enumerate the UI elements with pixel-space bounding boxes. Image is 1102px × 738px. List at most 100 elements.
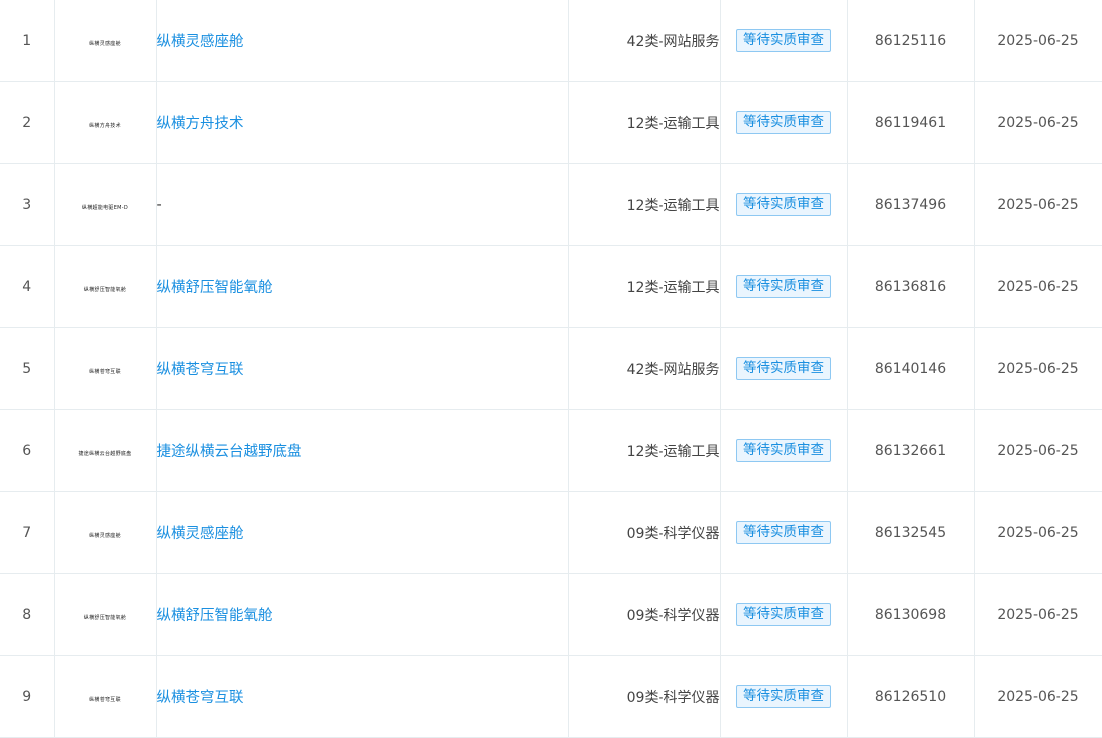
row-index: 1 [22, 32, 32, 49]
status-badge: 等待实质审查 [736, 521, 831, 544]
trademark-logo-cell[interactable]: 纵横方舟技术 [54, 81, 157, 164]
row-index: 7 [22, 524, 32, 541]
registration-number-cell: 86119461 [847, 81, 975, 164]
status-cell: 等待实质审查 [720, 81, 848, 164]
trademark-name-link[interactable]: 纵横苍穹互联 [157, 362, 244, 378]
trademark-logo-image[interactable]: 纵横舒压智能氧舱 [84, 287, 126, 293]
application-date: 2025-06-25 [997, 688, 1079, 705]
trademark-name-cell: - [156, 163, 569, 246]
trademark-name-link[interactable]: 纵横灵感座舱 [157, 526, 244, 542]
table-row: 2 纵横方舟技术 纵横方舟技术 12类-运输工具 等待实质审查 86119461… [0, 81, 1102, 164]
row-index-cell: 1 [0, 0, 55, 82]
trademark-class: 12类-运输工具 [626, 279, 720, 296]
trademark-logo-image[interactable]: 纵横灵感座舱 [89, 533, 121, 539]
trademark-logo-cell[interactable]: 捷途纵横云台越野底盘 [54, 409, 157, 492]
trademark-logo-cell[interactable]: 纵横舒压智能氧舱 [54, 573, 157, 656]
trademark-name-link[interactable]: 纵横苍穹互联 [157, 690, 244, 706]
application-date-cell: 2025-06-25 [974, 409, 1102, 492]
table-row: 3 纵横超能电驱EM-D - 12类-运输工具 等待实质审查 86137496 … [0, 163, 1102, 246]
registration-number: 86136816 [874, 278, 947, 295]
trademark-name-link[interactable]: 纵横灵感座舱 [157, 34, 244, 50]
row-index: 5 [22, 360, 32, 377]
trademark-name-link[interactable]: 纵横舒压智能氧舱 [157, 608, 273, 624]
status-badge: 等待实质审查 [736, 29, 831, 52]
status-cell: 等待实质审查 [720, 245, 848, 328]
application-date: 2025-06-25 [997, 524, 1079, 541]
status-badge: 等待实质审查 [736, 111, 831, 134]
application-date: 2025-06-25 [997, 32, 1079, 49]
trademark-class: 09类-科学仪器 [626, 689, 720, 706]
row-index: 8 [22, 606, 32, 623]
status-cell: 等待实质审查 [720, 163, 848, 246]
application-date-cell: 2025-06-25 [974, 655, 1102, 738]
row-index-cell: 2 [0, 81, 55, 164]
registration-number-cell: 86140146 [847, 327, 975, 410]
row-index: 6 [22, 442, 32, 459]
trademark-logo-cell[interactable]: 纵横灵感座舱 [54, 0, 157, 82]
table-row: 9 纵横苍穹互联 纵横苍穹互联 09类-科学仪器 等待实质审查 86126510… [0, 655, 1102, 738]
application-date: 2025-06-25 [997, 278, 1079, 295]
trademark-logo-cell[interactable]: 纵横灵感座舱 [54, 491, 157, 574]
trademark-class: 09类-科学仪器 [626, 525, 720, 542]
application-date: 2025-06-25 [997, 196, 1079, 213]
status-cell: 等待实质审查 [720, 327, 848, 410]
trademark-class-cell: 12类-运输工具 [568, 245, 721, 328]
registration-number: 86125116 [874, 32, 947, 49]
trademark-logo-image[interactable]: 捷途纵横云台越野底盘 [78, 451, 131, 457]
trademark-name-link[interactable]: 捷途纵横云台越野底盘 [157, 444, 302, 460]
trademark-class-cell: 12类-运输工具 [568, 81, 721, 164]
trademark-logo-image[interactable]: 纵横超能电驱EM-D [82, 205, 128, 211]
trademark-name-cell: 纵横灵感座舱 [156, 491, 569, 574]
trademark-logo-cell[interactable]: 纵横舒压智能氧舱 [54, 245, 157, 328]
registration-number-cell: 86137496 [847, 163, 975, 246]
trademark-logo-cell[interactable]: 纵横苍穹互联 [54, 327, 157, 410]
trademark-name-link[interactable]: 纵横方舟技术 [157, 116, 244, 132]
table-row: 5 纵横苍穹互联 纵横苍穹互联 42类-网站服务 等待实质审查 86140146… [0, 327, 1102, 410]
registration-number-cell: 86126510 [847, 655, 975, 738]
row-index-cell: 6 [0, 409, 55, 492]
trademark-logo-image[interactable]: 纵横舒压智能氧舱 [84, 615, 126, 621]
trademark-name-cell: 纵横舒压智能氧舱 [156, 245, 569, 328]
status-badge: 等待实质审查 [736, 685, 831, 708]
status-cell: 等待实质审查 [720, 409, 848, 492]
row-index-cell: 5 [0, 327, 55, 410]
status-badge: 等待实质审查 [736, 193, 831, 216]
trademark-class: 12类-运输工具 [626, 443, 720, 460]
application-date: 2025-06-25 [997, 606, 1079, 623]
trademark-logo-image[interactable]: 纵横灵感座舱 [89, 41, 121, 47]
trademark-class: 12类-运输工具 [626, 115, 720, 132]
application-date-cell: 2025-06-25 [974, 245, 1102, 328]
trademark-logo-cell[interactable]: 纵横苍穹互联 [54, 655, 157, 738]
status-badge: 等待实质审查 [736, 275, 831, 298]
table-row: 7 纵横灵感座舱 纵横灵感座舱 09类-科学仪器 等待实质审查 86132545… [0, 491, 1102, 574]
status-cell: 等待实质审查 [720, 655, 848, 738]
trademark-name-link[interactable]: 纵横舒压智能氧舱 [157, 280, 273, 296]
trademark-name-cell: 纵横方舟技术 [156, 81, 569, 164]
registration-number-cell: 86136816 [847, 245, 975, 328]
registration-number: 86119461 [874, 114, 947, 131]
application-date: 2025-06-25 [997, 114, 1079, 131]
trademark-name-link: - [156, 196, 162, 213]
table-row: 8 纵横舒压智能氧舱 纵横舒压智能氧舱 09类-科学仪器 等待实质审查 8613… [0, 573, 1102, 656]
row-index-cell: 3 [0, 163, 55, 246]
application-date-cell: 2025-06-25 [974, 327, 1102, 410]
status-cell: 等待实质审查 [720, 573, 848, 656]
application-date-cell: 2025-06-25 [974, 81, 1102, 164]
row-index: 2 [22, 114, 32, 131]
registration-number: 86132545 [874, 524, 947, 541]
trademark-logo-image[interactable]: 纵横方舟技术 [89, 123, 121, 129]
status-cell: 等待实质审查 [720, 491, 848, 574]
trademark-logo-cell[interactable]: 纵横超能电驱EM-D [54, 163, 157, 246]
trademark-logo-image[interactable]: 纵横苍穹互联 [89, 369, 121, 375]
application-date-cell: 2025-06-25 [974, 163, 1102, 246]
registration-number-cell: 86132545 [847, 491, 975, 574]
row-index: 9 [22, 688, 32, 705]
table-row: 4 纵横舒压智能氧舱 纵横舒压智能氧舱 12类-运输工具 等待实质审查 8613… [0, 245, 1102, 328]
registration-number-cell: 86132661 [847, 409, 975, 492]
application-date-cell: 2025-06-25 [974, 573, 1102, 656]
application-date-cell: 2025-06-25 [974, 0, 1102, 82]
trademark-class-cell: 09类-科学仪器 [568, 491, 721, 574]
trademark-logo-image[interactable]: 纵横苍穹互联 [89, 697, 121, 703]
trademark-name-cell: 纵横苍穹互联 [156, 327, 569, 410]
registration-number: 86132661 [874, 442, 947, 459]
